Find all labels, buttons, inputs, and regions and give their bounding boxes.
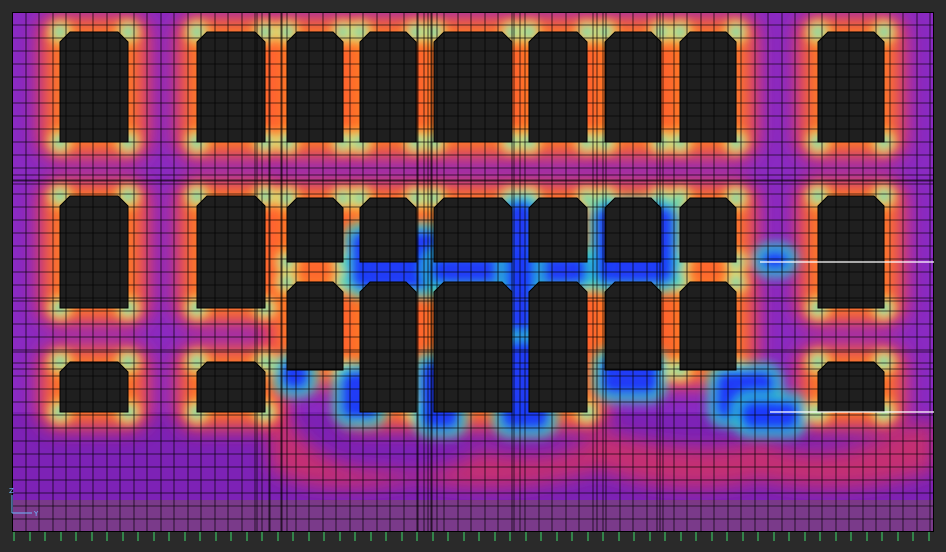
window-opening [433,197,513,263]
window-opening [286,31,344,143]
window-opening [433,31,513,143]
window-opening [528,197,588,263]
window-opening [817,195,885,309]
zone-blue [760,250,790,270]
window-opening [286,197,344,263]
window-opening [528,281,588,413]
window-opening [433,281,513,413]
window-opening [359,31,417,143]
y-axis-label: Y [33,510,39,518]
window-opening [286,281,344,371]
model-viewport[interactable]: Z Y [0,0,946,552]
wall-panel [12,12,934,532]
foundation-band [12,500,934,532]
window-opening [817,31,885,143]
mesh-grid [12,12,934,532]
wall-stress-contour-plot[interactable]: Z Y [0,0,946,552]
window-opening [359,281,417,413]
window-opening [59,31,129,143]
window-opening [817,361,885,413]
window-opening [359,197,417,263]
window-opening [59,361,129,413]
z-axis-label: Z [9,487,14,495]
window-opening [528,31,588,143]
window-opening [59,195,129,309]
